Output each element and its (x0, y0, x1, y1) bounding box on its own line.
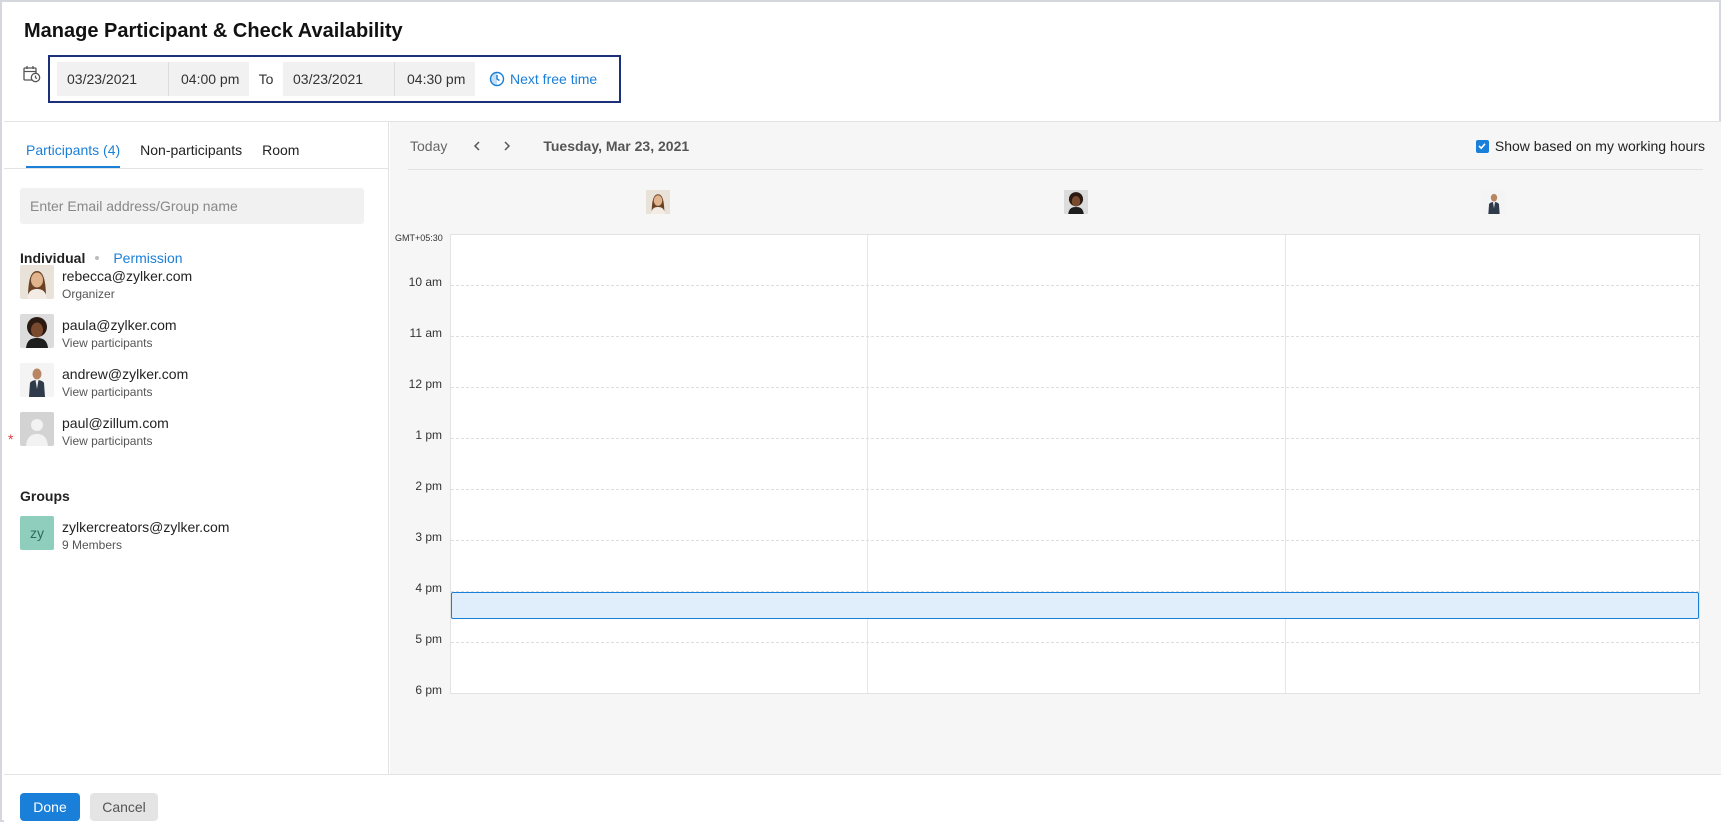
today-button[interactable]: Today (410, 138, 447, 154)
column-divider (1285, 235, 1286, 693)
next-free-time-label: Next free time (510, 71, 598, 87)
required-marker: * (8, 431, 14, 447)
avatar (20, 363, 54, 397)
hour-line (451, 387, 1699, 388)
cancel-button[interactable]: Cancel (90, 793, 158, 821)
start-date-field[interactable]: 03/23/2021 (57, 62, 169, 96)
participant-email: andrew@zylker.com (62, 366, 189, 382)
group-email: zylkercreators@zylker.com (62, 519, 230, 535)
hour-line (451, 489, 1699, 490)
individual-label: Individual (20, 250, 86, 266)
clock-search-icon (489, 71, 505, 87)
hour-label: 4 pm (415, 581, 442, 595)
default-user-icon (20, 412, 54, 446)
date-range-selector: 03/23/2021 04:00 pm To 03/23/2021 04:30 … (48, 55, 621, 103)
hour-line (451, 642, 1699, 643)
column-avatar (646, 190, 670, 214)
hour-label: 11 am (409, 326, 442, 340)
separator-dot (95, 256, 100, 260)
group-item[interactable]: zy zylkercreators@zylker.com 9 Members (20, 516, 229, 552)
time-grid[interactable] (450, 234, 1700, 694)
dialog: Manage Participant & Check Availability … (0, 0, 1721, 822)
tab-room[interactable]: Room (262, 142, 299, 168)
hour-line (451, 438, 1699, 439)
selected-time-slot[interactable] (451, 592, 1699, 619)
toolbar-divider (408, 169, 1703, 170)
hour-line (451, 540, 1699, 541)
individual-section-header: Individual Permission (20, 250, 183, 266)
working-hours-label: Show based on my working hours (1494, 138, 1705, 154)
checkbox-checked-icon[interactable] (1475, 139, 1489, 153)
next-free-time-button[interactable]: Next free time (489, 71, 597, 87)
column-avatar (1482, 190, 1506, 214)
participant-role: Organizer (62, 287, 115, 301)
start-time-field[interactable]: 04:00 pm (169, 62, 249, 96)
avatar (20, 314, 54, 348)
participant-item[interactable]: paul@zillum.com View participants (20, 412, 169, 448)
calendar-clock-icon[interactable] (23, 65, 41, 83)
timezone-label: GMT+05:30 (395, 233, 443, 243)
end-date-field[interactable]: 03/23/2021 (283, 62, 395, 96)
tabs-divider (4, 168, 389, 169)
hour-label: 5 pm (415, 632, 442, 646)
column-divider (867, 235, 868, 693)
hour-label: 2 pm (415, 479, 442, 493)
participant-tabs: Participants (4) Non-participants Room (26, 142, 299, 168)
hour-label: 10 am (408, 275, 442, 289)
chevron-left-icon[interactable] (471, 140, 483, 152)
participant-email: paul@zillum.com (62, 415, 169, 431)
avatar (20, 265, 54, 299)
page-title: Manage Participant & Check Availability (24, 20, 403, 42)
hour-label: 12 pm (408, 377, 442, 391)
end-time-field[interactable]: 04:30 pm (395, 62, 475, 96)
column-avatar (1064, 190, 1088, 214)
group-members-count: 9 Members (62, 538, 123, 552)
participant-link[interactable]: View participants (62, 385, 188, 399)
participants-panel: Participants (4) Non-participants Room I… (4, 122, 389, 774)
hour-label: 1 pm (415, 428, 442, 442)
participant-link[interactable]: View participants (62, 434, 169, 448)
working-hours-toggle[interactable]: Show based on my working hours (1475, 138, 1705, 154)
participant-item[interactable]: rebecca@zylker.com Organizer (20, 265, 192, 301)
participant-link[interactable]: View participants (62, 336, 177, 350)
calendar-date: Tuesday, Mar 23, 2021 (543, 138, 690, 154)
dialog-footer: Done Cancel (4, 774, 1721, 822)
permission-link[interactable]: Permission (113, 250, 182, 266)
group-avatar: zy (20, 516, 54, 550)
participant-item[interactable]: andrew@zylker.com View participants (20, 363, 188, 399)
participant-email: rebecca@zylker.com (62, 268, 193, 284)
tab-participants[interactable]: Participants (4) (26, 142, 121, 168)
participant-item[interactable]: paula@zylker.com View participants (20, 314, 177, 350)
participant-search-input[interactable] (20, 188, 364, 224)
hour-label: 3 pm (415, 530, 442, 544)
chevron-right-icon[interactable] (501, 140, 513, 152)
hour-line (451, 285, 1699, 286)
to-label: To (258, 71, 274, 87)
participant-email: paula@zylker.com (62, 317, 177, 333)
tab-non-participants[interactable]: Non-participants (140, 142, 242, 168)
availability-calendar: Today Tuesday, Mar 23, 2021 Show based o… (390, 122, 1721, 774)
hour-line (451, 336, 1699, 337)
calendar-toolbar: Today Tuesday, Mar 23, 2021 (410, 138, 689, 154)
groups-heading: Groups (20, 488, 70, 504)
hour-label: 6 pm (415, 683, 442, 697)
done-button[interactable]: Done (20, 793, 80, 821)
